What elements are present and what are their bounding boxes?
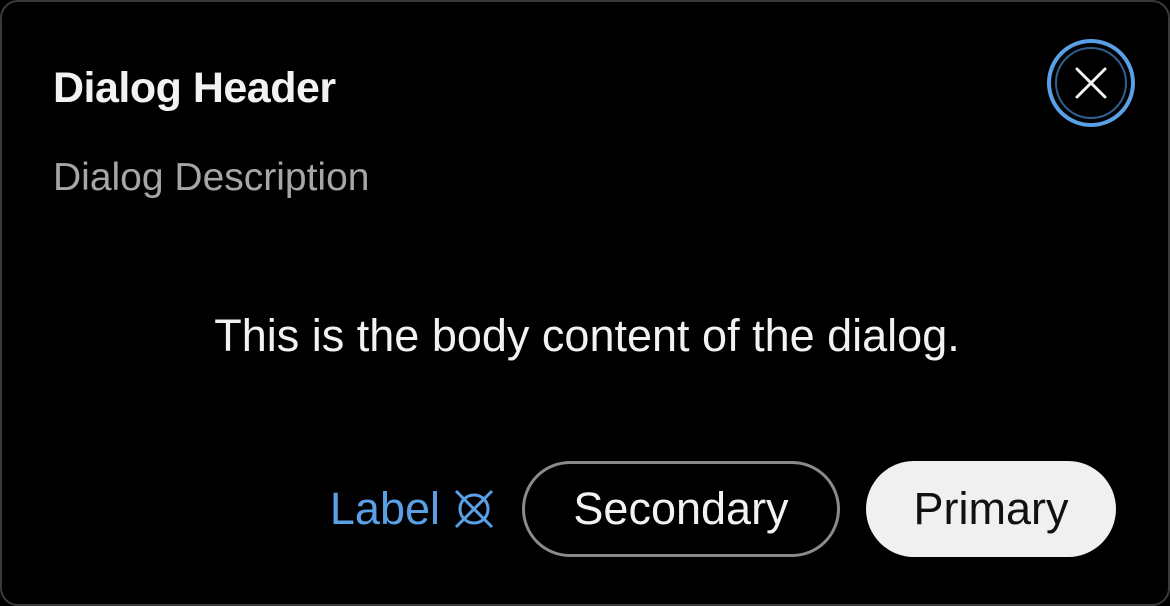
dialog: Dialog Header Dialog Description This is… — [0, 0, 1170, 606]
close-button[interactable] — [1047, 39, 1135, 127]
dialog-footer: Label Secondary Primary — [330, 461, 1116, 557]
label-link-text: Label — [329, 483, 440, 534]
secondary-button[interactable]: Secondary — [522, 461, 840, 557]
x-cross-icon — [454, 489, 494, 529]
label-link[interactable]: Label — [330, 483, 496, 535]
dialog-header: Dialog Header — [53, 64, 336, 112]
dialog-body: This is the body content of the dialog. — [214, 310, 960, 361]
close-button-ring — [1055, 47, 1127, 119]
close-icon — [1075, 67, 1107, 99]
dialog-description: Dialog Description — [53, 156, 370, 199]
primary-button[interactable]: Primary — [866, 461, 1116, 557]
